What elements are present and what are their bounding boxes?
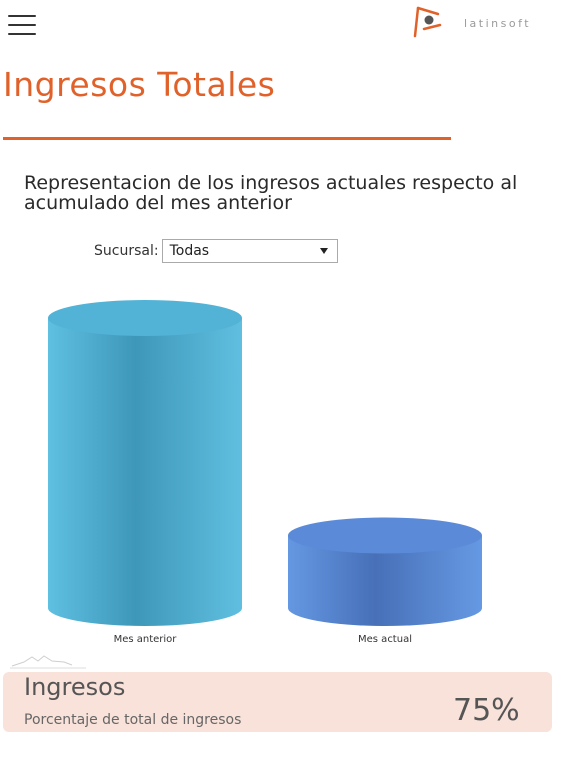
x-axis-label: Mes anterior <box>114 634 178 645</box>
kpi-subtitle: Porcentaje de total de ingresos <box>24 712 242 728</box>
kpi-value: 75% <box>453 693 520 728</box>
chart-description: Representacion de los ingresos actuales … <box>24 172 518 214</box>
chevron-down-icon <box>319 248 328 254</box>
kpi-card: Ingresos Porcentaje de total de ingresos… <box>3 672 552 732</box>
branch-select[interactable]: Todas <box>161 239 338 263</box>
branch-filter: Sucursal: Todas <box>94 238 338 264</box>
page-title: Ingresos Totales <box>3 65 276 104</box>
x-axis-label: Mes actual <box>358 634 412 645</box>
logo-text: latinsoft <box>464 17 532 30</box>
bar-mes-anterior[interactable] <box>48 318 242 626</box>
income-chart: Mes anterior Mes actual <box>48 300 482 645</box>
branch-select-value: Todas <box>169 243 210 259</box>
hamburger-menu-icon[interactable] <box>8 13 38 37</box>
title-divider <box>3 137 451 140</box>
branch-filter-label: Sucursal: <box>94 243 159 259</box>
menu-line <box>8 24 36 26</box>
sparkline-icon <box>10 655 86 669</box>
logo-mark-icon <box>413 6 442 38</box>
bar-top-mes-actual <box>288 517 482 554</box>
menu-line <box>8 33 36 35</box>
menu-line <box>8 15 36 17</box>
kpi-title: Ingresos <box>24 673 126 701</box>
logo: latinsoft <box>412 5 542 39</box>
bar-top-mes-anterior <box>48 300 242 336</box>
